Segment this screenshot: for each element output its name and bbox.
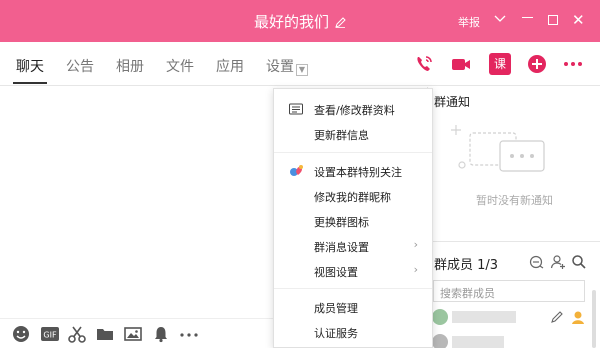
- menu-item-label: 查看/修改群资料: [314, 104, 395, 117]
- group-name: 最好的我们: [253, 13, 329, 31]
- chevron-right-icon: ›: [413, 238, 418, 251]
- avatar: [432, 309, 448, 325]
- emoji-icon[interactable]: [12, 325, 30, 343]
- member-list-item[interactable]: [432, 332, 592, 348]
- search-icon[interactable]: [571, 254, 587, 270]
- add-member-icon[interactable]: [550, 254, 566, 270]
- video-icon[interactable]: [450, 53, 472, 75]
- tab-album[interactable]: 相册: [116, 56, 144, 76]
- menu-item-certification[interactable]: 认证服务: [274, 320, 432, 344]
- menu-item-change-icon[interactable]: 更换群图标: [274, 209, 432, 233]
- menu-item-label: 认证服务: [314, 327, 358, 340]
- menu-divider: [274, 288, 432, 289]
- add-icon[interactable]: [526, 53, 548, 75]
- menu-item-label: 视图设置: [314, 266, 358, 279]
- tab-announcement[interactable]: 公告: [66, 56, 94, 76]
- tab-settings[interactable]: 设置 ▼: [266, 56, 308, 76]
- tab-files[interactable]: 文件: [166, 56, 194, 76]
- menu-item-label: 修改我的群昵称: [314, 191, 391, 204]
- menu-item-special-attention[interactable]: 设置本群特别关注: [274, 159, 432, 183]
- profile-card-icon: [289, 102, 303, 116]
- close-button[interactable]: ✕: [572, 11, 585, 29]
- course-icon[interactable]: 课: [489, 53, 511, 75]
- menu-item-message-settings[interactable]: 群消息设置 ›: [274, 234, 432, 258]
- scissors-icon[interactable]: [68, 325, 86, 343]
- edit-icon[interactable]: [550, 310, 564, 328]
- minimize-button[interactable]: [522, 17, 533, 18]
- phone-icon[interactable]: [413, 53, 435, 75]
- group-owner-icon: [570, 309, 586, 329]
- tab-settings-label: 设置: [266, 59, 294, 75]
- member-list-item[interactable]: [432, 307, 592, 327]
- settings-context-menu: 查看/修改群资料 更新群信息 设置本群特别关注 修改我的群昵称 更换群图标 群消…: [273, 88, 433, 348]
- avatar: [432, 334, 448, 348]
- chevron-down-icon: ▼: [296, 64, 308, 76]
- menu-item-label: 成员管理: [314, 302, 358, 315]
- menu-divider: [274, 152, 432, 153]
- chevron-down-icon[interactable]: [494, 12, 506, 26]
- gif-icon[interactable]: GIF: [40, 325, 60, 343]
- empty-notice-illustration-icon: [442, 117, 552, 191]
- members-title: 群成员 1/3: [434, 258, 499, 273]
- title-bar: 最好的我们 举报 ✕: [0, 0, 600, 42]
- edit-title-icon[interactable]: [335, 14, 346, 32]
- gif-label: GIF: [43, 331, 57, 340]
- members-scrollbar[interactable]: [592, 290, 596, 348]
- group-notice-title: 群通知: [434, 95, 471, 109]
- chevron-right-icon: ›: [413, 263, 418, 276]
- member-search-input[interactable]: 搜索群成员: [433, 280, 585, 302]
- member-invite-icon[interactable]: [529, 254, 545, 270]
- window-title: 最好的我们: [0, 11, 600, 32]
- special-attention-icon: [289, 164, 303, 178]
- divider: [428, 241, 600, 242]
- notice-empty-text: 暂时没有新通知: [476, 194, 553, 207]
- more-icon[interactable]: [179, 325, 199, 343]
- menu-item-view-edit-profile[interactable]: 查看/修改群资料: [274, 97, 432, 121]
- image-icon[interactable]: [124, 325, 142, 343]
- menu-item-view-settings[interactable]: 视图设置 ›: [274, 259, 432, 283]
- menu-item-member-management[interactable]: 成员管理: [274, 295, 432, 319]
- menu-item-label: 设置本群特别关注: [314, 166, 402, 179]
- more-icon[interactable]: [562, 53, 584, 75]
- menu-item-edit-nickname[interactable]: 修改我的群昵称: [274, 184, 432, 208]
- tab-apps[interactable]: 应用: [216, 56, 244, 76]
- menu-item-label: 更新群信息: [314, 129, 369, 142]
- active-tab-indicator: [13, 82, 47, 84]
- folder-icon[interactable]: [96, 325, 114, 343]
- menu-item-label: 群消息设置: [314, 241, 369, 254]
- tab-chat[interactable]: 聊天: [16, 56, 44, 76]
- menu-item-label: 更换群图标: [314, 216, 369, 229]
- member-name-redacted: [452, 336, 504, 348]
- bell-icon[interactable]: [152, 325, 170, 343]
- tab-bar: 聊天 公告 相册 文件 应用 设置 ▼ 课: [0, 42, 600, 86]
- right-side-panel: 群通知 暂时没有新通知 群成员 1/3 搜索群成员: [427, 87, 600, 348]
- member-name-redacted: [452, 311, 516, 323]
- report-button[interactable]: 举报: [458, 14, 480, 30]
- menu-item-update-info[interactable]: 更新群信息: [274, 122, 432, 146]
- maximize-button[interactable]: [548, 15, 558, 25]
